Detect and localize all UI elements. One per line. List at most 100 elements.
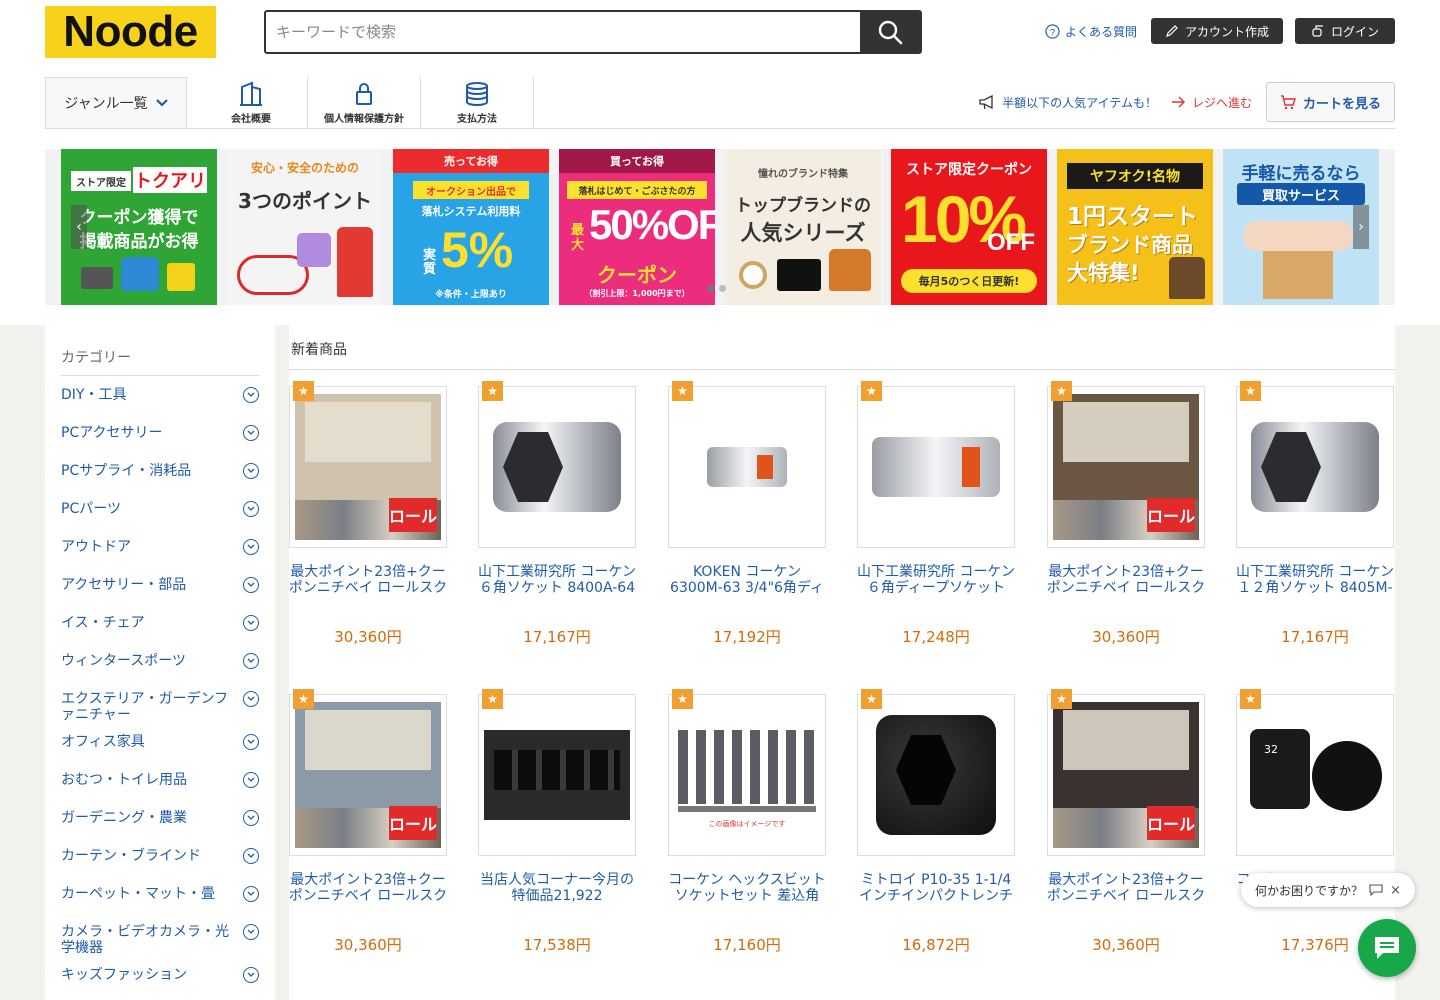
chevron-down-icon[interactable] — [243, 539, 259, 555]
create-account-button[interactable]: アカウント作成 — [1151, 18, 1283, 44]
faq-link[interactable]: ? よくある質問 — [1045, 23, 1137, 40]
category-item[interactable]: PCアクセサリー — [61, 414, 259, 452]
category-item[interactable]: ガーデニング・農業 — [61, 799, 259, 837]
product-image[interactable] — [668, 386, 826, 548]
product-card[interactable]: ★ KOKEN コーケン 6300M-63 3/4"6角ディープソケット 63mm… — [666, 381, 858, 646]
login-button[interactable]: ログイン — [1295, 18, 1395, 44]
banner-sell-5pct[interactable]: 売ってお得 オークション出品で 落札システム利用料 実質 5% ※条件・上限あり — [393, 149, 549, 305]
category-item[interactable]: カーペット・マット・畳 — [61, 875, 259, 913]
product-card[interactable]: ロール★ 最大ポイント23倍+クーポンニチベイ ロールスクリーン ソフィー 遮光 3… — [287, 381, 479, 646]
chevron-down-icon[interactable] — [243, 653, 259, 669]
product-image[interactable]: ロール — [289, 386, 447, 548]
chevron-down-icon[interactable] — [243, 772, 259, 788]
category-item[interactable]: カーテン・ブラインド — [61, 837, 259, 875]
chevron-down-icon[interactable] — [243, 734, 259, 750]
product-image[interactable] — [1236, 386, 1394, 548]
banner-store-coupon-10[interactable]: ストア限定クーポン 10% OFF 毎月5のつく日更新! — [891, 149, 1047, 305]
carousel-next-button[interactable]: › — [1353, 205, 1369, 249]
product-name[interactable]: KOKEN コーケン 6300M-63 3/4"6角ディープソケット 63mm(… — [666, 564, 828, 596]
product-name[interactable]: 山下工業研究所 コーケン６角ディープソケット 6300M-65 121,560 — [855, 564, 1017, 596]
category-item[interactable]: PCサプライ・消耗品 — [61, 452, 259, 490]
product-card[interactable]: ★ 当店人気コーナー今月の特価品21,922 17,538円 — [476, 689, 668, 954]
product-name[interactable]: 最大ポイント23倍+クーポンニチベイ ロールスクリーン ソフィー 遮光 — [1045, 564, 1207, 596]
product-card[interactable]: この画像はイメージです★ コーケン ヘックスビットソケットセット 差込角9.5mm… — [666, 689, 858, 954]
category-item[interactable]: キッズファッション — [61, 956, 259, 994]
product-name[interactable]: ミトロイ P10-35 1-1/4インチインパクトレンチ用ソケット 35mm — [855, 872, 1017, 904]
chevron-down-icon[interactable] — [243, 463, 259, 479]
category-label: オフィス家具 — [61, 734, 145, 750]
chat-prompt[interactable]: 何かお困りですか？ × — [1241, 873, 1415, 907]
chevron-down-icon[interactable] — [243, 501, 259, 517]
chevron-down-icon[interactable] — [243, 886, 259, 902]
product-image[interactable]: ロール — [1047, 694, 1205, 856]
checkout-link[interactable]: レジへ進む — [1171, 94, 1252, 111]
product-name[interactable]: 最大ポイント23倍+クーポンニチベイ ロールスクリーン ソフィー 遮光 — [287, 564, 449, 596]
product-card[interactable]: ★ 山下工業研究所 コーケン１２角ソケット 8405M-64 121,450 17,… — [1234, 381, 1426, 646]
chevron-down-icon[interactable] — [243, 810, 259, 826]
chat-open-button[interactable] — [1358, 919, 1416, 977]
product-image[interactable]: 32 — [1236, 694, 1394, 856]
product-image[interactable]: ロール — [289, 694, 447, 856]
carousel-prev-button[interactable]: ‹ — [71, 205, 87, 249]
product-name[interactable]: 最大ポイント23倍+クーポンニチベイ ロールスクリーン ソフィー ニタ — [287, 872, 449, 904]
category-item[interactable]: おむつ・トイレ用品 — [61, 761, 259, 799]
product-name[interactable]: 最大ポイント23倍+クーポンニチベイ ロールスクリーン ソフィー 遮光 — [1045, 872, 1207, 904]
banner-buy-top: 買ってお得 — [559, 149, 715, 173]
carousel-dot[interactable] — [707, 285, 714, 292]
product-image[interactable] — [478, 386, 636, 548]
chevron-down-icon[interactable] — [243, 425, 259, 441]
product-card[interactable]: ★ 山下工業研究所 コーケン６角ディープソケット 6300M-65 121,560… — [855, 381, 1047, 646]
category-item[interactable]: PCパーツ — [61, 490, 259, 528]
banner-safety-points[interactable]: 安心・安全のための 3つのポイント — [227, 149, 383, 305]
category-item[interactable]: エクステリア・ガーデンファニチャー — [61, 680, 259, 723]
genre-menu-button[interactable]: ジャンル一覧 — [45, 77, 187, 128]
chevron-down-icon[interactable] — [243, 848, 259, 864]
product-image[interactable]: この画像はイメージです — [668, 694, 826, 856]
product-image[interactable] — [857, 694, 1015, 856]
banner-yen-start[interactable]: ヤフオク!名物 1円スタート ブランド商品 大特集! — [1057, 149, 1213, 305]
nav-payment[interactable]: 支払方法 — [421, 77, 534, 128]
category-item[interactable]: カメラ・ビデオカメラ・光学機器 — [61, 913, 259, 956]
product-image[interactable] — [478, 694, 636, 856]
chevron-down-icon[interactable] — [243, 967, 259, 983]
chevron-down-icon[interactable] — [243, 387, 259, 403]
product-card[interactable]: ロール★ 最大ポイント23倍+クーポンニチベイ ロールスクリーン ソフィー 遮光 3… — [1045, 381, 1237, 646]
category-item[interactable]: DIY・工具 — [61, 376, 259, 414]
banner-buy-line1: 落札はじめて・ごぶさたの方 — [567, 181, 707, 199]
product-card[interactable]: ★ 山下工業研究所 コーケン６角ソケット 8400A-64 121,450 17,1… — [476, 381, 668, 646]
category-item[interactable]: ウィンタースポーツ — [61, 642, 259, 680]
chat-close-button[interactable]: × — [1390, 883, 1401, 898]
product-name[interactable]: 山下工業研究所 コーケン６角ソケット 8400A-64 121,450 — [476, 564, 638, 596]
half-price-link[interactable]: 半額以下の人気アイテムも！ — [979, 94, 1157, 111]
category-item[interactable]: イス・チェア — [61, 604, 259, 642]
search-button[interactable] — [860, 12, 920, 52]
banner-top-brands[interactable]: 憧れのブランド特集 トップブランドの 人気シリーズ — [725, 149, 881, 305]
product-card[interactable]: ★ ミトロイ P10-35 1-1/4インチインパクトレンチ用ソケット 35mm 1… — [855, 689, 1047, 954]
carousel-dot[interactable] — [719, 285, 726, 292]
chevron-down-icon[interactable] — [243, 577, 259, 593]
nav-privacy[interactable]: 個人情報保護方針 — [308, 77, 421, 128]
chevron-down-icon[interactable] — [243, 615, 259, 631]
search-input[interactable] — [266, 12, 860, 52]
product-image[interactable] — [857, 386, 1015, 548]
product-card[interactable]: ロール★ 最大ポイント23倍+クーポンニチベイ ロールスクリーン ソフィー ニタ 3… — [287, 689, 479, 954]
banner-buy-50off[interactable]: 買ってお得 落札はじめて・ごぶさたの方 最大 50%OFF クーポン （割引上限… — [559, 149, 715, 305]
product-name[interactable]: 山下工業研究所 コーケン１２角ソケット 8405M-64 121,450 — [1234, 564, 1396, 596]
product-card[interactable]: ロール★ 最大ポイント23倍+クーポンニチベイ ロールスクリーン ソフィー 遮光 3… — [1045, 689, 1237, 954]
product-name[interactable]: 当店人気コーナー今月の特価品21,922 — [476, 872, 638, 904]
category-item[interactable]: アウトドア — [61, 528, 259, 566]
product-image[interactable]: ロール — [1047, 386, 1205, 548]
site-logo[interactable]: Noode — [45, 6, 216, 58]
chevron-down-icon[interactable] — [243, 924, 259, 940]
product-card[interactable]: 32★コーケン 3/4インチ インパクト6角ソケット 32mm 25,4006 … — [1236, 689, 1426, 954]
view-cart-button[interactable]: カートを見る — [1265, 82, 1395, 122]
banner-coupon10-off: OFF — [987, 229, 1035, 256]
product-name[interactable]: コーケン ヘックスビットソケットセット 差込角9.5mm21,450 — [666, 872, 828, 904]
category-label: カーペット・マット・畳 — [61, 886, 215, 902]
star-badge-icon: ★ — [1051, 689, 1072, 709]
chevron-down-icon[interactable] — [243, 691, 259, 707]
nav-company[interactable]: 会社概要 — [195, 77, 308, 128]
category-item[interactable]: アクセサリー・部品 — [61, 566, 259, 604]
category-label: PCパーツ — [61, 501, 121, 517]
category-item[interactable]: オフィス家具 — [61, 723, 259, 761]
